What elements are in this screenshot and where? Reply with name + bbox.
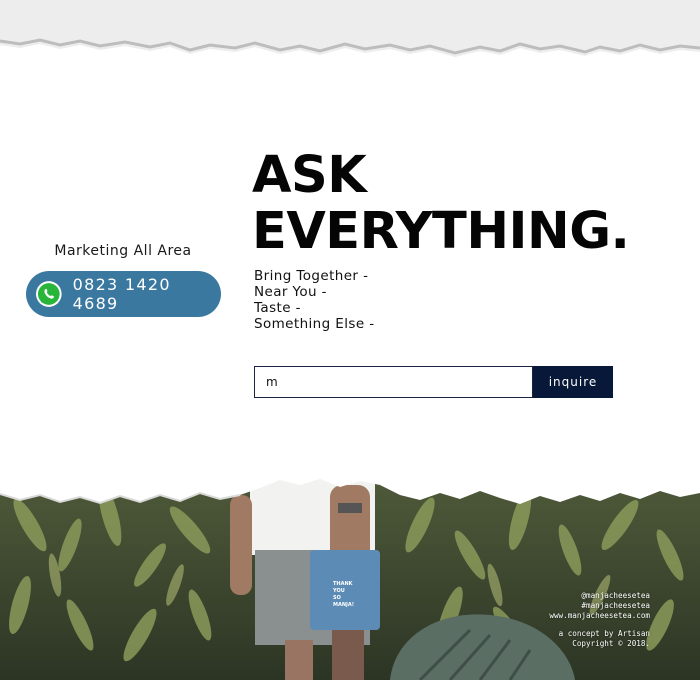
- hashtag: #manjacheesetea: [581, 601, 650, 610]
- headline-line-2: EVERYTHING.: [252, 202, 630, 261]
- headline-line-1: ASK: [252, 146, 367, 205]
- inquiry-input[interactable]: [254, 366, 533, 398]
- svg-text:SO: SO: [333, 595, 341, 601]
- inquiry-form: inquire: [254, 366, 613, 398]
- whatsapp-contact-button[interactable]: 0823 1420 4689: [26, 271, 221, 317]
- website-link[interactable]: www.manjacheesetea.com: [450, 611, 650, 621]
- svg-text:MANJA!: MANJA!: [333, 602, 354, 608]
- tagline-item: Near You -: [254, 284, 327, 300]
- marketing-area-label: Marketing All Area: [54, 243, 192, 259]
- svg-text:YOU: YOU: [332, 588, 345, 594]
- tagline-item: Bring Together -: [254, 268, 369, 284]
- tagline-list: Bring Together - Near You - Taste - Some…: [254, 268, 474, 332]
- tagline-item: Taste -: [254, 300, 301, 316]
- instagram-handle[interactable]: @manjacheesetea: [450, 591, 650, 601]
- svg-text:THANK: THANK: [333, 581, 354, 587]
- footer-credits: @manjacheesetea #manjacheesetea www.manj…: [450, 591, 650, 649]
- inquire-button[interactable]: inquire: [533, 366, 613, 398]
- tagline-item: Something Else -: [254, 316, 375, 332]
- page-headline: ASK EVERYTHING.: [252, 148, 692, 260]
- whatsapp-icon: [35, 281, 62, 307]
- concept-credit: a concept by Artisan: [558, 629, 650, 638]
- torn-paper-top: [0, 0, 700, 70]
- copyright: Copyright © 2018.: [572, 639, 650, 648]
- whatsapp-number: 0823 1420 4689: [72, 275, 171, 313]
